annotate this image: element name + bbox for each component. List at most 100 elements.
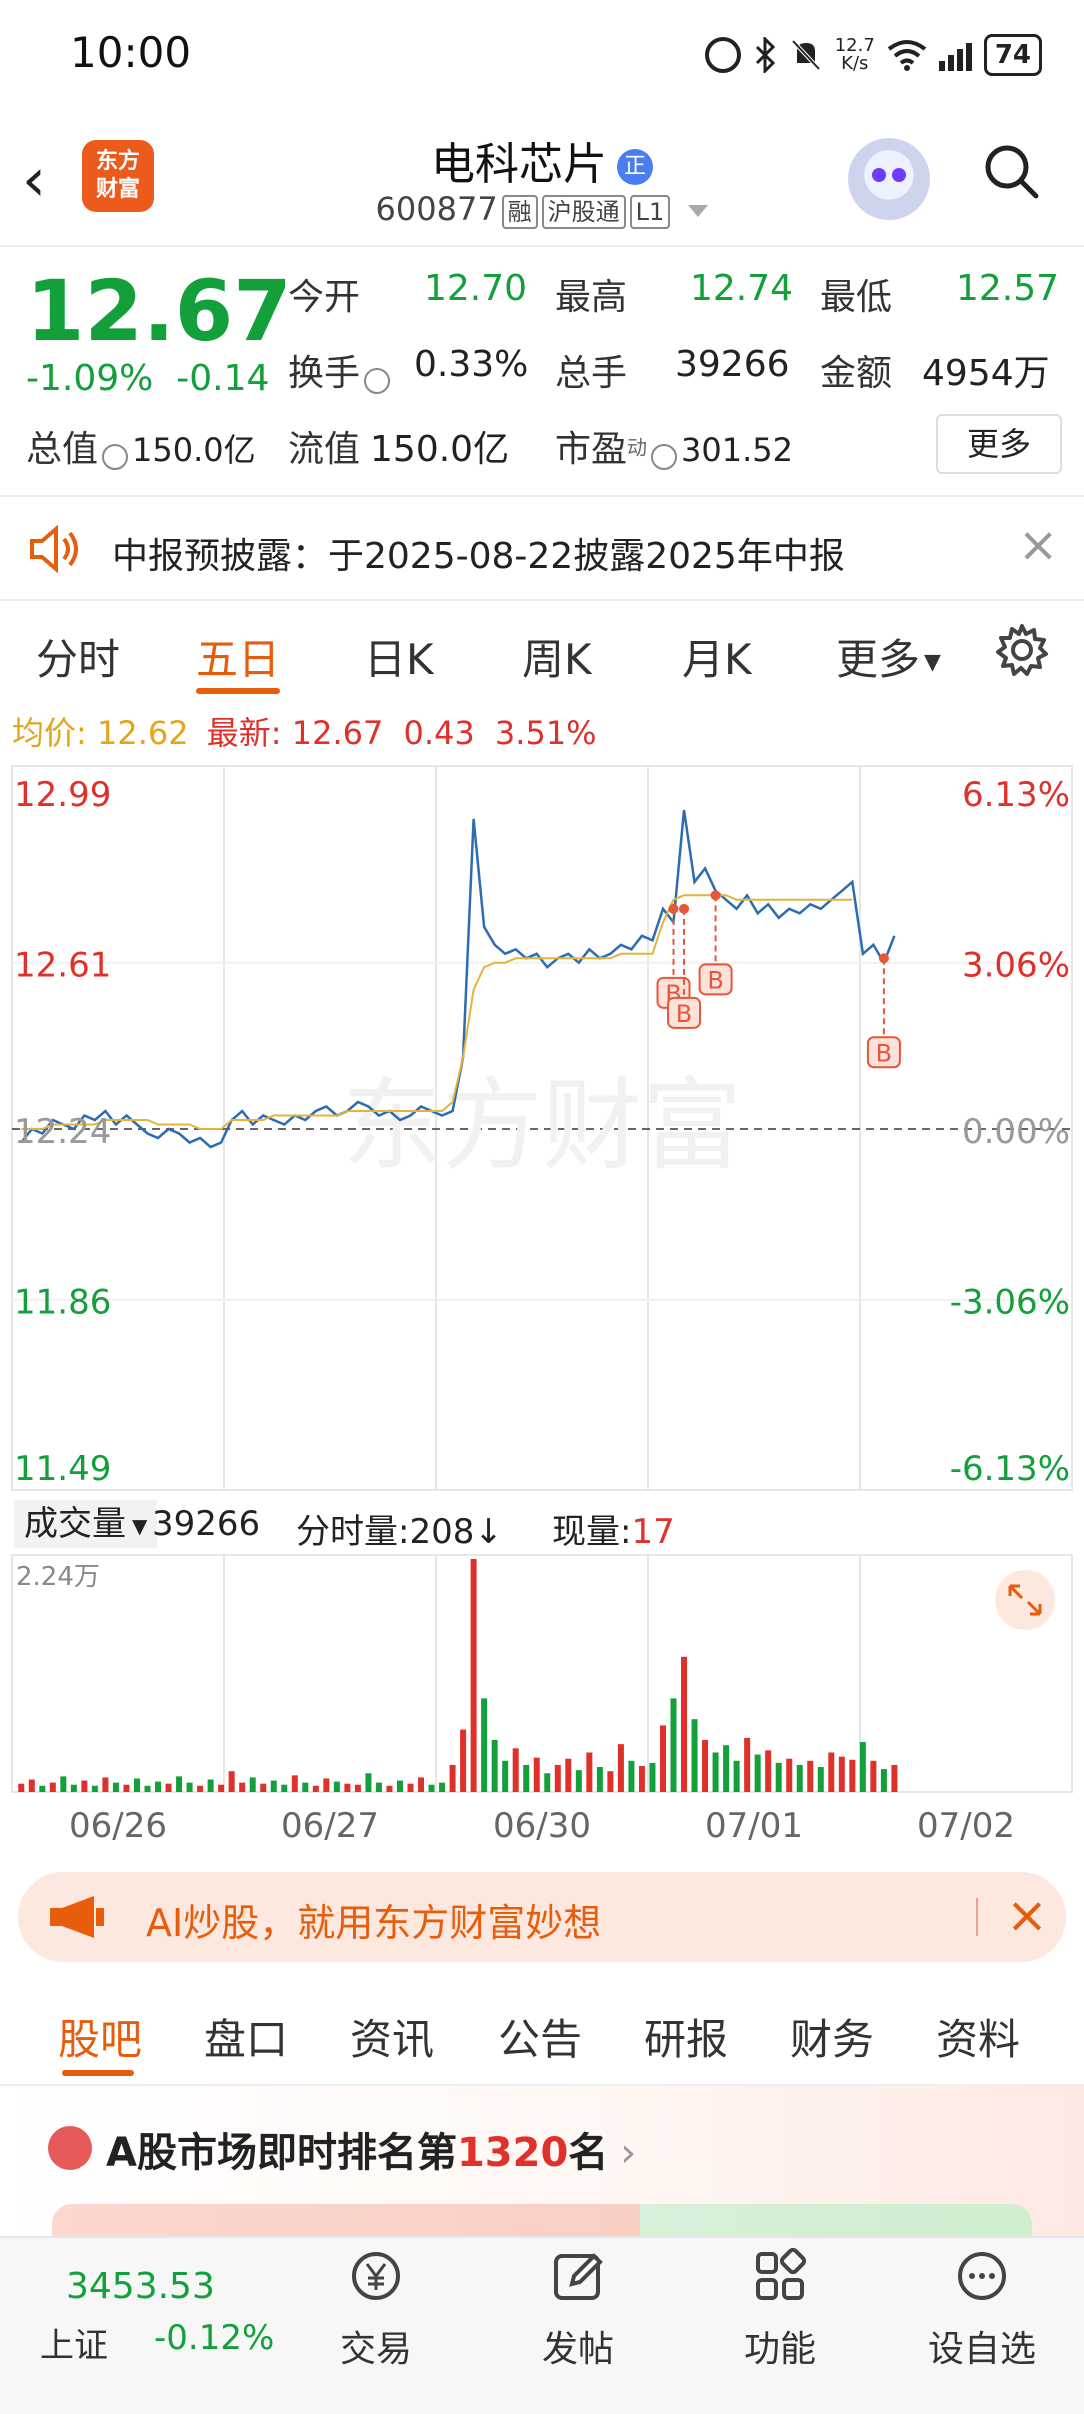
volume-bar bbox=[407, 1783, 414, 1792]
chart-grid bbox=[11, 765, 1073, 1792]
x-label: 07/02 bbox=[917, 1806, 1015, 1846]
quote-open: 今开 bbox=[288, 277, 361, 318]
y-label-left: 12.24 bbox=[14, 1112, 111, 1152]
info-icon[interactable] bbox=[651, 443, 678, 470]
tab-announcement[interactable]: 公告 bbox=[498, 2006, 582, 2067]
volume-bar bbox=[323, 1778, 330, 1792]
volume-bar bbox=[218, 1784, 225, 1792]
y-label-right: 3.06% bbox=[962, 946, 1070, 986]
five-day-chart[interactable]: 东方财富 BBBB 12.9912.6112.2411.8611.496.13%… bbox=[0, 760, 1084, 1870]
yen-icon bbox=[352, 2252, 400, 2300]
tab-research[interactable]: 研报 bbox=[644, 2006, 728, 2067]
volume-bar bbox=[186, 1782, 193, 1792]
volume-bar bbox=[754, 1754, 761, 1792]
volume-bar bbox=[49, 1782, 56, 1792]
volume-bar bbox=[91, 1785, 98, 1792]
quote-high-value: 12.74 bbox=[690, 268, 794, 309]
quote-turnover[interactable]: 换手 bbox=[288, 344, 394, 396]
volume-bar bbox=[786, 1758, 793, 1792]
rank-chart-icon bbox=[48, 2126, 92, 2170]
y-label-left: 11.49 bbox=[14, 1449, 111, 1489]
volume-bar bbox=[18, 1783, 25, 1792]
info-icon[interactable] bbox=[102, 443, 129, 470]
total-value[interactable]: 总值 150.0亿 bbox=[26, 420, 256, 472]
y-label-left: 12.99 bbox=[14, 775, 111, 815]
volume-bar bbox=[281, 1784, 288, 1792]
volume-bar bbox=[396, 1780, 403, 1792]
info-tabs: 股吧 盘口 资讯 公告 研报 财务 资料 bbox=[0, 1980, 1084, 2086]
tab-guba[interactable]: 股吧 bbox=[58, 2006, 142, 2067]
ai-banner[interactable]: AI炒股，就用东方财富妙想 × bbox=[18, 1872, 1066, 1962]
ai-banner-text: AI炒股，就用东方财富妙想 bbox=[146, 1901, 602, 1945]
volume-bar bbox=[765, 1750, 772, 1792]
avg-price-row: 均价: 12.62 最新: 12.67 0.43 3.51% bbox=[12, 708, 597, 754]
search-icon[interactable] bbox=[982, 142, 1040, 200]
close-icon[interactable]: × bbox=[1018, 517, 1058, 573]
volume-bar bbox=[302, 1782, 309, 1792]
tab-five-day[interactable]: 五日 bbox=[196, 626, 280, 687]
volume-bar bbox=[81, 1780, 88, 1792]
info-icon[interactable] bbox=[364, 367, 391, 394]
notice-bar[interactable]: 中报预披露：于2025-08-22披露2025年中报 × bbox=[0, 495, 1084, 601]
latest-pct: 3.51% bbox=[494, 714, 597, 752]
volume-bar bbox=[681, 1656, 688, 1792]
bottom-nav: 3453.53 上证 -0.12% 交易 发帖 功能 设自选 bbox=[0, 2236, 1084, 2414]
tab-finance[interactable]: 财务 bbox=[790, 2006, 874, 2067]
index-change[interactable]: -0.12% bbox=[154, 2318, 274, 2358]
tab-news[interactable]: 资讯 bbox=[350, 2006, 434, 2067]
volume-bar bbox=[533, 1757, 540, 1792]
close-icon[interactable]: × bbox=[1006, 1886, 1048, 1944]
y-label-right: -6.13% bbox=[950, 1449, 1070, 1489]
tab-pankou[interactable]: 盘口 bbox=[204, 2006, 288, 2067]
quote-amount: 金额 bbox=[820, 353, 893, 394]
volume-bar bbox=[375, 1782, 382, 1792]
net-speed: 12.7 K/s bbox=[834, 35, 875, 74]
assistant-robot-icon[interactable] bbox=[848, 138, 930, 220]
more-quote-button[interactable]: 更多 bbox=[936, 414, 1062, 474]
y-label-right: 6.13% bbox=[962, 775, 1070, 815]
rank-text: A股市场即时排名第1320名 › bbox=[106, 2130, 637, 2176]
volume-bar bbox=[270, 1780, 277, 1792]
volume-frame bbox=[11, 1554, 1073, 1793]
volume-bar bbox=[449, 1764, 456, 1792]
volume-bar bbox=[838, 1756, 845, 1792]
volume-bar bbox=[565, 1758, 572, 1792]
active-tab-underline bbox=[196, 688, 280, 694]
chart-labels: 12.99 12.61 12.24 11.86 11.49 6.13% 3.06% 0.00%… bbox=[14, 775, 1070, 1846]
buy-marker-label: B bbox=[707, 966, 723, 994]
index-name[interactable]: 上证 bbox=[40, 2318, 108, 2367]
tab-more[interactable]: 更多 ▼ bbox=[836, 626, 941, 687]
volume-bar bbox=[418, 1777, 425, 1792]
tab-fenshi[interactable]: 分时 bbox=[36, 626, 120, 687]
volume-bar bbox=[723, 1745, 730, 1792]
index-value[interactable]: 3453.53 bbox=[66, 2266, 215, 2307]
volume-bar bbox=[239, 1782, 246, 1792]
tab-profile[interactable]: 资料 bbox=[936, 2006, 1020, 2067]
y-label-right: -3.06% bbox=[950, 1283, 1070, 1323]
edit-icon bbox=[554, 2253, 603, 2300]
x-label: 06/30 bbox=[493, 1806, 591, 1846]
pe-ratio[interactable]: 市盈动 301.52 bbox=[555, 420, 793, 472]
volume-bar bbox=[523, 1764, 530, 1792]
volume-bar bbox=[807, 1760, 814, 1792]
volume-bar bbox=[460, 1729, 467, 1792]
volume-bar bbox=[828, 1752, 835, 1792]
signal-icon bbox=[938, 39, 972, 71]
x-label: 07/01 bbox=[705, 1806, 803, 1846]
avg-label: 均价: bbox=[12, 714, 87, 752]
latest-label: 最新: bbox=[206, 714, 282, 752]
quote-volume: 总手 bbox=[555, 353, 628, 394]
status-icons: 12.7 K/s 74 bbox=[704, 30, 1042, 80]
volume-bar bbox=[260, 1783, 267, 1792]
gear-icon[interactable] bbox=[994, 622, 1050, 678]
market-rank[interactable]: A股市场即时排名第1320名 › bbox=[0, 2086, 1084, 2244]
volume-bar bbox=[155, 1781, 162, 1792]
tab-month-k[interactable]: 月K bbox=[682, 626, 752, 687]
dropdown-icon[interactable] bbox=[688, 205, 709, 217]
volume-selector[interactable]: 成交量 ▼ bbox=[14, 1500, 158, 1548]
volume-bar bbox=[102, 1777, 109, 1792]
buy-marker-dot bbox=[668, 903, 679, 914]
volume-bar bbox=[691, 1719, 698, 1792]
tab-week-k[interactable]: 周K bbox=[522, 626, 592, 687]
tab-day-k[interactable]: 日K bbox=[364, 626, 434, 687]
